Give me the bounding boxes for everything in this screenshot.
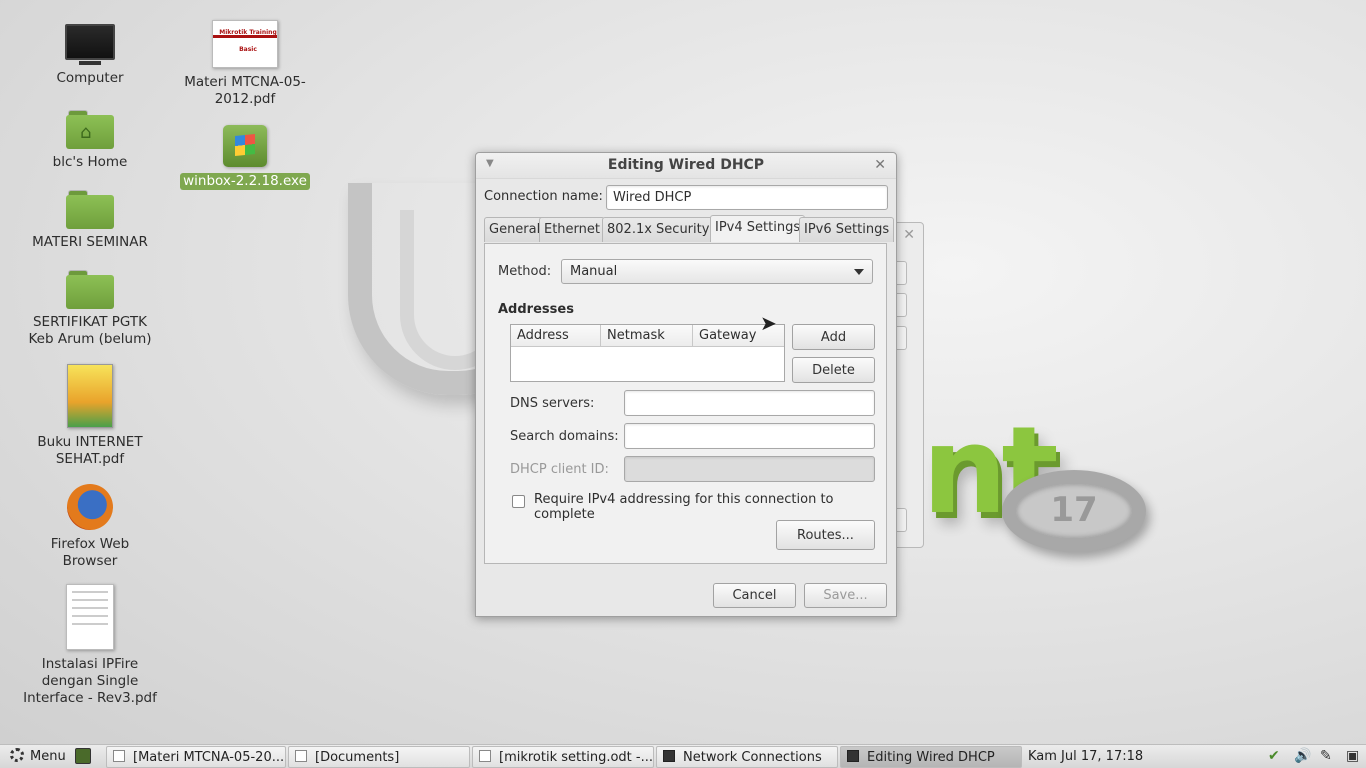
dialog-titlebar[interactable]: ▼ Editing Wired DHCP ✕: [476, 153, 896, 179]
editing-connection-dialog: ▼ Editing Wired DHCP ✕ Connection name: …: [475, 152, 897, 617]
tab-8021x-security[interactable]: 802.1x Security: [602, 217, 715, 242]
method-value: Manual: [570, 264, 618, 279]
monitor-icon: [65, 24, 115, 66]
desktop-icon-label: Instalasi IPFire dengan Single Interface…: [23, 656, 157, 706]
desktop-icon-label: winbox-2.2.18.exe: [180, 173, 310, 190]
desktop-icon-label: Firefox Web Browser: [50, 536, 130, 569]
desktop-icon-winbox[interactable]: winbox-2.2.18.exe: [175, 125, 315, 190]
dhcp-client-id-input: [624, 456, 875, 482]
folder-icon: [66, 270, 114, 310]
desktop-icon-materi-seminar[interactable]: MATERI SEMINAR: [20, 190, 160, 251]
method-label: Method:: [498, 264, 552, 279]
wallpaper-version-ring: 17: [1002, 470, 1146, 552]
connection-name-input[interactable]: [606, 185, 888, 210]
cancel-button[interactable]: Cancel: [713, 583, 796, 608]
desktop-icon-label: Buku INTERNET SEHAT.pdf: [37, 434, 143, 467]
menu-button[interactable]: Menu: [6, 747, 70, 767]
close-icon[interactable]: ✕: [903, 227, 915, 243]
document-icon: [479, 750, 491, 762]
update-shield-icon[interactable]: ✔: [1268, 748, 1280, 764]
tab-ethernet[interactable]: Ethernet: [539, 217, 605, 242]
desktop-icon-sertifikat[interactable]: SERTIFIKAT PGTK Keb Arum (belum): [20, 270, 160, 348]
delete-address-button[interactable]: Delete: [792, 357, 875, 383]
tab-general[interactable]: General: [484, 217, 546, 242]
dns-servers-input[interactable]: [624, 390, 875, 416]
desktop-icon-home[interactable]: ⌂ blc's Home: [20, 110, 160, 171]
home-folder-icon: ⌂: [66, 110, 114, 150]
search-domains-label: Search domains:: [510, 429, 619, 444]
taskbar-item-editing-wired-dhcp[interactable]: Editing Wired DHCP: [840, 746, 1022, 768]
taskbar-item-documents[interactable]: [Documents]: [288, 746, 470, 768]
folder-icon: [295, 750, 307, 762]
close-icon[interactable]: ✕: [874, 157, 886, 173]
pdf-book-icon: [67, 364, 113, 428]
tab-ipv4-settings[interactable]: IPv4 Settings: [710, 215, 806, 242]
gear-icon: [10, 748, 24, 762]
folder-icon: [66, 190, 114, 230]
taskbar-item-mikrotik-setting[interactable]: [mikrotik setting.odt -...: [472, 746, 654, 768]
desktop-icon-label: SERTIFIKAT PGTK Keb Arum (belum): [28, 314, 152, 347]
firefox-icon: [67, 484, 113, 530]
desktop-icon-label: blc's Home: [52, 154, 128, 170]
pdf-document-icon: [66, 584, 114, 650]
pen-icon[interactable]: ✎: [1320, 748, 1332, 764]
desktop-icon-label: MATERI SEMINAR: [32, 234, 148, 250]
desktop-icon-computer[interactable]: Computer: [20, 24, 160, 87]
connection-name-row: Connection name:: [484, 185, 888, 211]
taskbar-item-materi-mtcna[interactable]: [Materi MTCNA-05-20...: [106, 746, 286, 768]
column-header-address[interactable]: Address: [511, 325, 601, 346]
addresses-heading: Addresses: [498, 302, 574, 317]
ipv4-settings-panel: Method: Manual Addresses Address Netmask…: [484, 243, 887, 564]
menu-label: Menu: [30, 749, 66, 764]
dhcp-client-id-label: DHCP client ID:: [510, 462, 609, 477]
method-select[interactable]: Manual: [561, 259, 873, 284]
taskbar: Menu [Materi MTCNA-05-20... [Documents] …: [0, 744, 1366, 768]
network-icon: [663, 750, 675, 762]
require-ipv4-label[interactable]: Require IPv4 addressing for this connect…: [534, 492, 886, 522]
addresses-table[interactable]: Address Netmask Gateway: [510, 324, 785, 382]
clock[interactable]: Kam Jul 17, 17:18: [1028, 749, 1143, 764]
network-connections-button[interactable]: [897, 293, 907, 317]
save-button: Save...: [804, 583, 887, 608]
network-tray-icon[interactable]: ▣: [1346, 748, 1359, 764]
desktop-icon-buku-internet[interactable]: Buku INTERNET SEHAT.pdf: [20, 364, 160, 468]
dialog-title: Editing Wired DHCP: [607, 157, 765, 173]
network-connections-button[interactable]: [897, 508, 907, 532]
network-connections-button[interactable]: [897, 261, 907, 285]
desktop-icon-materi-mtcna[interactable]: Mikrotik Training Basic Materi MTCNA-05-…: [175, 20, 315, 108]
routes-button[interactable]: Routes...: [776, 520, 875, 550]
mouse-cursor-icon: ➤: [760, 311, 777, 335]
search-domains-input[interactable]: [624, 423, 875, 449]
taskbar-item-network-connections[interactable]: Network Connections: [656, 746, 838, 768]
desktop-icon-firefox[interactable]: Firefox Web Browser: [20, 484, 160, 570]
require-ipv4-checkbox[interactable]: [512, 495, 525, 508]
chevron-down-icon: [854, 269, 864, 275]
add-address-button[interactable]: Add: [792, 324, 875, 350]
desktop-icon-label: Computer: [56, 70, 124, 86]
table-header: Address Netmask Gateway: [511, 325, 784, 347]
network-connections-button[interactable]: [897, 326, 907, 350]
exe-icon: [223, 125, 267, 167]
column-header-netmask[interactable]: Netmask: [601, 325, 693, 346]
desktop-icon-ipfire-pdf[interactable]: Instalasi IPFire dengan Single Interface…: [20, 584, 160, 707]
dns-servers-label: DNS servers:: [510, 396, 595, 411]
tab-ipv6-settings[interactable]: IPv6 Settings: [799, 217, 895, 242]
document-icon: [113, 750, 125, 762]
volume-icon[interactable]: 🔊: [1294, 748, 1311, 764]
show-desktop-icon[interactable]: [75, 748, 91, 764]
pdf-slide-icon: Mikrotik Training Basic: [212, 20, 278, 68]
connection-name-label: Connection name:: [484, 189, 603, 204]
desktop-icon-label: Materi MTCNA-05-2012.pdf: [184, 74, 306, 107]
network-icon: [847, 750, 859, 762]
